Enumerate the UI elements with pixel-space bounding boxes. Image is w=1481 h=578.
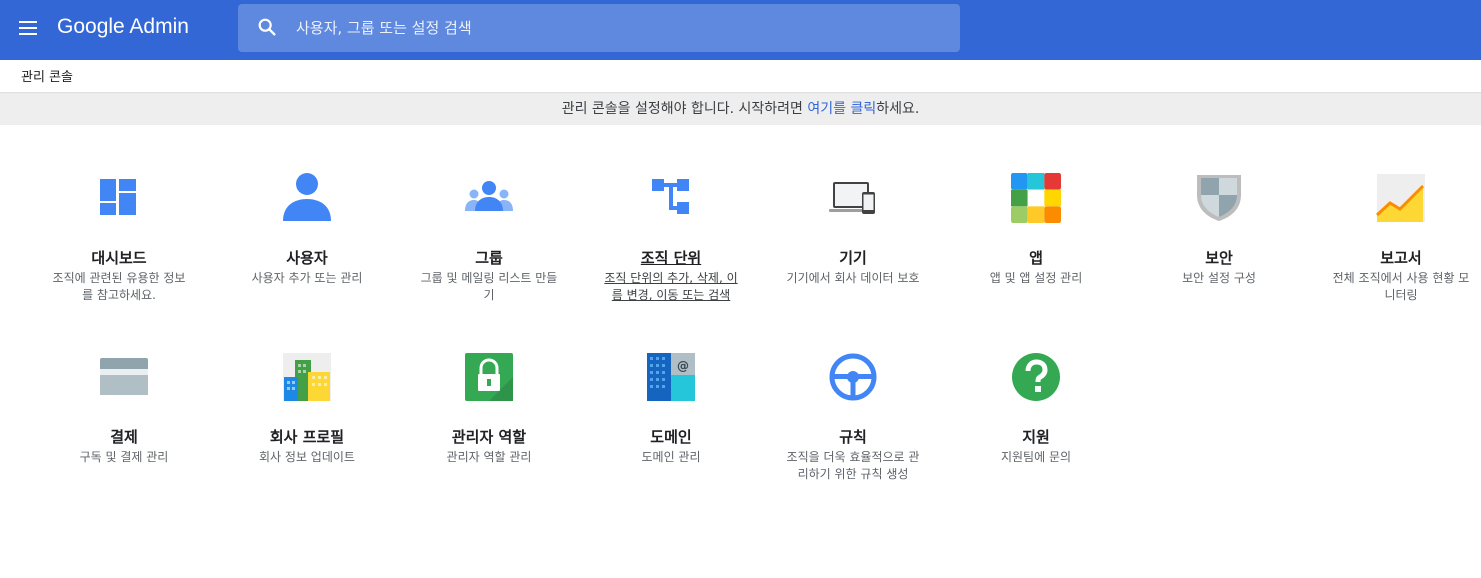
search-input[interactable] [296, 4, 936, 52]
tile-support[interactable]: 지원 지원팀에 문의 [961, 352, 1111, 466]
tile-description: 기기에서 회사 데이터 보호 [786, 271, 920, 285]
banner-text-end: 하세요. [876, 101, 920, 117]
tile-rules[interactable]: 규칙 조직을 더욱 효율적으로 관리하기 위한 규칙 생성 [778, 352, 928, 483]
tile-description: 관리자 역할 관리 [446, 450, 532, 464]
google-admin-logo[interactable]: Google Admin [57, 15, 189, 39]
tile-description: 구독 및 결제 관리 [79, 450, 169, 464]
tile-description: 지원팀에 문의 [1000, 450, 1072, 464]
group-icon [464, 173, 514, 223]
tile-title: 앱 [1029, 249, 1043, 267]
tile-reports[interactable]: 보고서 전체 조직에서 사용 현황 모니터링 [1326, 173, 1476, 304]
tile-title: 지원 [1022, 428, 1050, 446]
tile-admin-roles[interactable]: 관리자 역할 관리자 역할 관리 [414, 352, 564, 466]
company-building-icon [282, 352, 332, 402]
apps-icon [1011, 173, 1061, 223]
tile-title: 보고서 [1380, 249, 1422, 267]
tile-dashboard[interactable]: 대시보드 조직에 관련된 유용한 정보를 참고하세요. [44, 173, 194, 304]
tile-domains[interactable]: @ 도메인 도메인 관리 [596, 352, 746, 466]
dashboard-icon [94, 173, 144, 223]
svg-text:@: @ [677, 359, 689, 373]
search-icon[interactable] [256, 16, 278, 38]
tile-description: 조직 단위의 추가, 삭제, 이름 변경, 이동 또는 검색 [604, 271, 738, 302]
tile-apps[interactable]: 앱 앱 및 앱 설정 관리 [961, 173, 1111, 287]
tile-description: 조직을 더욱 효율적으로 관리하기 위한 규칙 생성 [786, 450, 920, 481]
tile-company-profile[interactable]: 회사 프로필 회사 정보 업데이트 [232, 352, 382, 466]
tile-title: 도메인 [650, 428, 692, 446]
tile-title: 결제 [110, 428, 138, 446]
tile-title: 그룹 [475, 249, 503, 267]
tile-title: 조직 단위 [640, 249, 702, 267]
tile-security[interactable]: 보안 보안 설정 구성 [1144, 173, 1294, 287]
tile-users[interactable]: 사용자 사용자 추가 또는 관리 [232, 173, 382, 287]
support-question-icon [1011, 352, 1061, 402]
tile-title: 대시보드 [91, 249, 147, 267]
tile-description: 조직에 관련된 유용한 정보를 참고하세요. [52, 271, 186, 302]
tile-org-units[interactable]: 조직 단위 조직 단위의 추가, 삭제, 이름 변경, 이동 또는 검색 [596, 173, 746, 304]
rules-steering-icon [828, 352, 878, 402]
tile-description: 회사 정보 업데이트 [259, 450, 355, 464]
tile-description: 앱 및 앱 설정 관리 [989, 271, 1083, 285]
domain-building-icon: @ [646, 352, 696, 402]
security-shield-icon [1194, 173, 1244, 223]
search-bar[interactable] [238, 4, 960, 52]
top-app-bar: Google Admin [0, 0, 1481, 60]
tile-title: 보안 [1205, 249, 1233, 267]
banner-link[interactable]: 여기를 클릭 [807, 101, 876, 117]
tile-description: 그룹 및 메일링 리스트 만들기 [420, 271, 558, 302]
org-unit-icon [646, 173, 696, 223]
main-menu-icon[interactable] [19, 19, 39, 39]
devices-icon [828, 173, 878, 223]
tile-devices[interactable]: 기기 기기에서 회사 데이터 보호 [778, 173, 928, 287]
tile-title: 관리자 역할 [451, 428, 527, 446]
tile-description: 보안 설정 구성 [1182, 271, 1256, 285]
tile-description: 도메인 관리 [641, 450, 701, 464]
user-icon [282, 173, 332, 223]
tile-title: 회사 프로필 [269, 428, 345, 446]
reports-chart-icon [1375, 173, 1426, 223]
banner-text: 관리 콘솔을 설정해야 합니다. 시작하려면 [561, 101, 808, 117]
setup-banner: 관리 콘솔을 설정해야 합니다. 시작하려면 여기를 클릭하세요. [0, 94, 1481, 125]
tile-title: 사용자 [286, 249, 328, 267]
tile-description: 사용자 추가 또는 관리 [251, 271, 363, 285]
tile-billing[interactable]: 결제 구독 및 결제 관리 [49, 352, 199, 466]
tile-title: 기기 [839, 249, 867, 267]
tile-description: 전체 조직에서 사용 현황 모니터링 [1332, 271, 1470, 302]
tile-groups[interactable]: 그룹 그룹 및 메일링 리스트 만들기 [414, 173, 564, 304]
breadcrumb[interactable]: 관리 콘솔 [21, 66, 73, 85]
tile-title: 규칙 [839, 428, 867, 446]
admin-lock-icon [464, 352, 514, 402]
billing-card-icon [99, 352, 149, 402]
